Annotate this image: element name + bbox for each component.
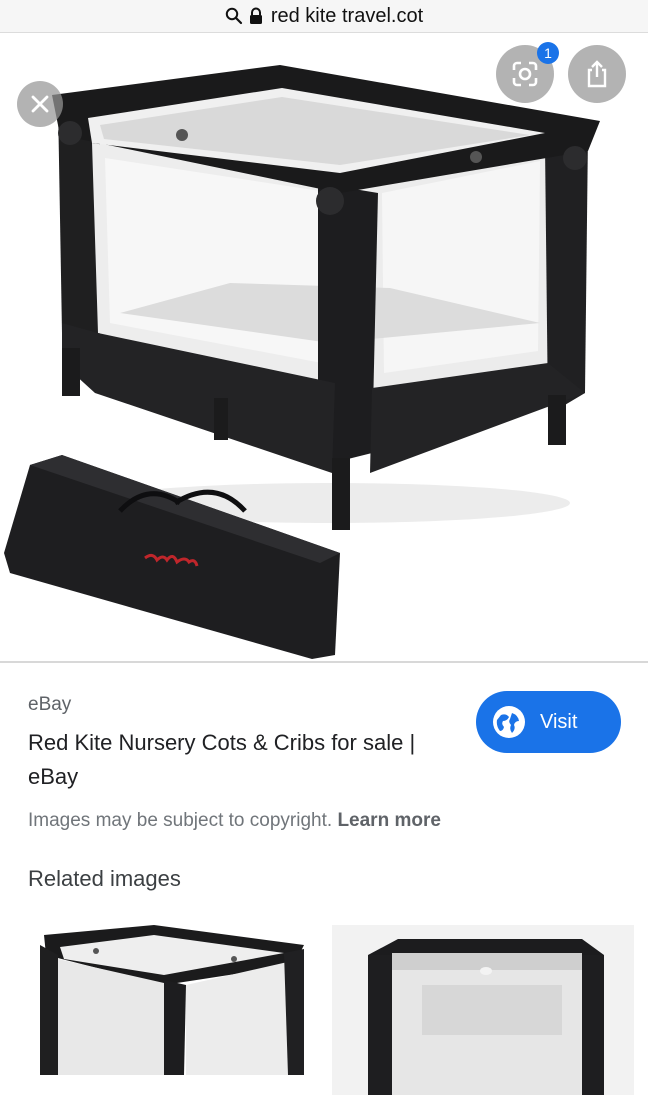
globe-icon — [492, 705, 526, 739]
copyright-notice: Images may be subject to copyright. Lear… — [28, 810, 441, 832]
visit-label: Visit — [540, 710, 578, 733]
lock-icon — [249, 7, 263, 25]
related-image-1[interactable] — [14, 925, 318, 1095]
search-icon — [225, 7, 243, 25]
share-button[interactable] — [568, 45, 626, 103]
related-images-heading: Related images — [28, 866, 181, 891]
lens-badge: 1 — [537, 42, 559, 64]
divider — [0, 661, 648, 663]
close-button[interactable] — [17, 81, 63, 127]
lens-icon — [512, 61, 538, 87]
copyright-text: Images may be subject to copyright. — [28, 810, 333, 831]
related-cot-image-1 — [40, 925, 304, 1075]
related-image-2[interactable] — [332, 925, 634, 1095]
url-query: red kite travel.cot — [270, 4, 424, 27]
result-source: eBay — [28, 694, 72, 715]
visit-button[interactable]: Visit — [476, 691, 621, 753]
travel-cot-image — [4, 65, 600, 659]
result-title[interactable]: Red Kite Nursery Cots & Cribs for sale |… — [28, 726, 468, 794]
learn-more-link[interactable]: Learn more — [337, 810, 440, 831]
share-icon — [587, 60, 607, 88]
related-cot-image-2 — [368, 939, 604, 1095]
image-preview[interactable]: 1 — [0, 33, 648, 661]
address-bar[interactable]: red kite travel.cot — [0, 0, 648, 33]
close-icon — [31, 95, 49, 113]
